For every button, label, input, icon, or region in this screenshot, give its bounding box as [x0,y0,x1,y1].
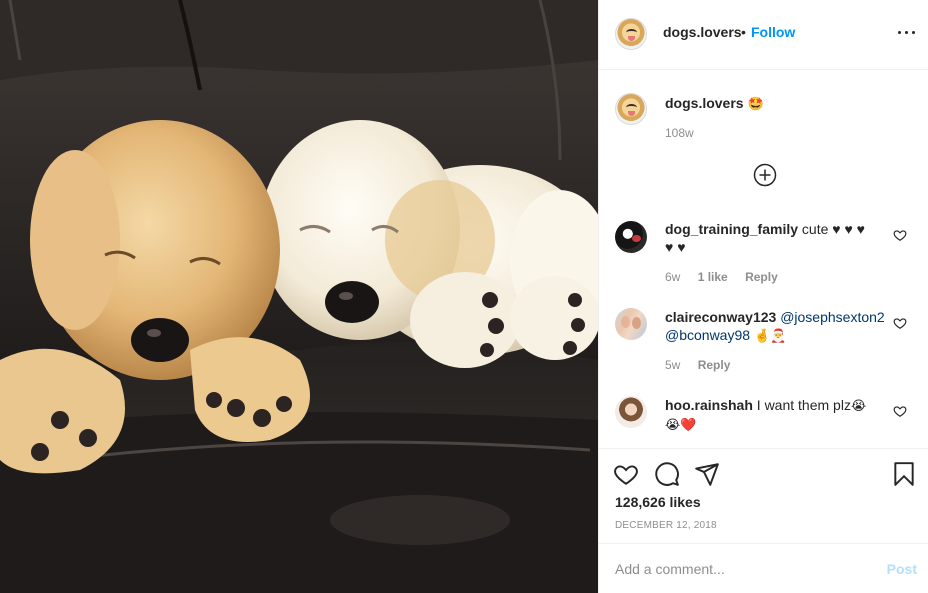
comment-item: claireconway123 @josephsexton2 @bconway9… [665,308,889,345]
comment-time[interactable]: 6w [665,270,680,284]
like-heart-icon[interactable] [613,461,639,487]
comment-likes[interactable]: 1 like [698,270,728,284]
comment-emoji: 😭 [850,398,867,413]
comment-username[interactable]: dog_training_family [665,221,798,237]
mention-link[interactable]: @josephsexton2 [780,309,885,325]
post-button[interactable]: Post [887,561,917,577]
add-comments-icon[interactable] [753,163,777,187]
comment-username[interactable]: hoo.rainshah [665,397,753,413]
post-sidebar: dogs.lovers • Follow dogs.lovers 🤩 108w … [598,0,928,593]
comment-time[interactable]: 5w [665,358,680,372]
post-actions: 128,626 likes DECEMBER 12, 2018 Add a co… [599,448,928,593]
comment-avatar[interactable] [615,308,647,340]
comment-composer: Add a comment... Post [599,543,928,593]
caption: dogs.lovers 🤩 [665,95,764,112]
bookmark-icon[interactable] [891,461,917,487]
follow-button[interactable]: Follow [751,24,795,40]
comment-emoji: 😭❤️ [665,417,697,432]
puppies-image [0,0,598,593]
comment-text-cont: ♥ ♥ [665,239,686,255]
heart-icon[interactable] [893,404,907,418]
more-icon[interactable] [897,22,917,42]
reply-button[interactable]: Reply [745,270,778,284]
comment-avatar[interactable] [615,396,647,428]
reply-button[interactable]: Reply [698,358,731,372]
caption-username[interactable]: dogs.lovers [665,95,744,111]
comment-item: dog_training_family cute ♥ ♥ ♥ ♥ ♥ [665,220,889,256]
comment-icon[interactable] [654,461,680,487]
comment-text: cute ♥ ♥ ♥ [798,221,865,237]
caption-avatar[interactable] [615,93,647,125]
post-photo[interactable] [0,0,598,593]
caption-emoji: 🤩 [747,96,764,111]
heart-icon[interactable] [893,316,907,330]
comment-avatar[interactable] [615,221,647,253]
heart-icon[interactable] [893,228,907,242]
likes-count[interactable]: 128,626 likes [615,494,701,510]
author-username[interactable]: dogs.lovers [663,24,742,40]
comment-meta: 5w Reply [665,358,744,372]
mention-link[interactable]: @bconway98 [665,327,750,343]
comment-emoji: 🤞🎅 [753,328,787,343]
caption-time[interactable]: 108w [665,126,694,140]
comment-input[interactable]: Add a comment... [615,561,725,577]
separator-dot: • [741,24,746,40]
post-date[interactable]: DECEMBER 12, 2018 [615,520,717,531]
comment-text: I want them plz [752,397,851,413]
comment-username[interactable]: claireconway123 [665,309,776,325]
comment-item: hoo.rainshah I want them plz😭 😭❤️ [665,396,889,434]
post-header: dogs.lovers • Follow [599,0,928,70]
comment-meta: 6w 1 like Reply [665,270,792,284]
share-icon[interactable] [694,461,720,487]
author-avatar[interactable] [615,18,647,50]
